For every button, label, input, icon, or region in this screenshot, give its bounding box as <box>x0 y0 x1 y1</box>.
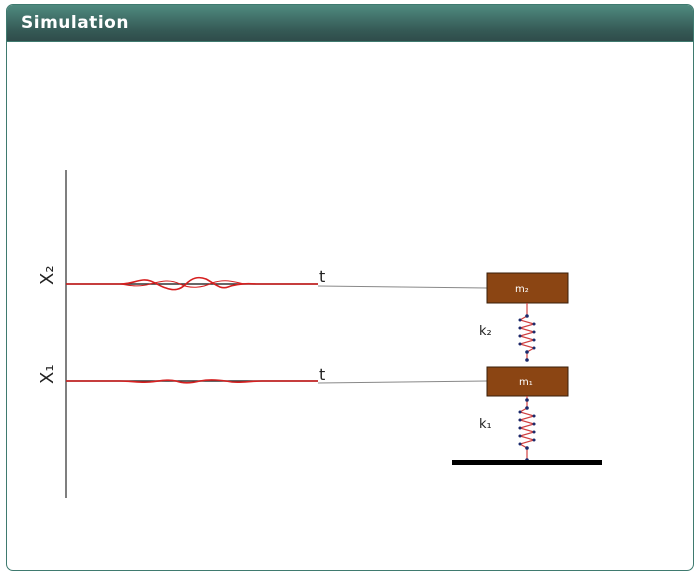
x1-time-label: t <box>319 365 325 384</box>
ground-base <box>452 460 602 465</box>
spring-k2 <box>517 303 537 362</box>
spring-k2-label: k₂ <box>479 324 492 339</box>
x1-connector-line <box>317 380 488 384</box>
spring-k1 <box>517 396 537 462</box>
x1-axis-label: X₁ <box>37 364 58 384</box>
mass-m2-label: m₂ <box>515 284 529 295</box>
spring-k1-label: k₁ <box>479 417 492 432</box>
mass-m1-label: m₁ <box>519 377 533 388</box>
simulation-canvas: X₂ X₁ t t m₂ k₂ m₁ k₁ <box>37 170 602 498</box>
x2-connector-line <box>317 285 488 289</box>
x2-time-label: t <box>319 267 325 286</box>
x2-axis-label: X₂ <box>37 265 58 285</box>
